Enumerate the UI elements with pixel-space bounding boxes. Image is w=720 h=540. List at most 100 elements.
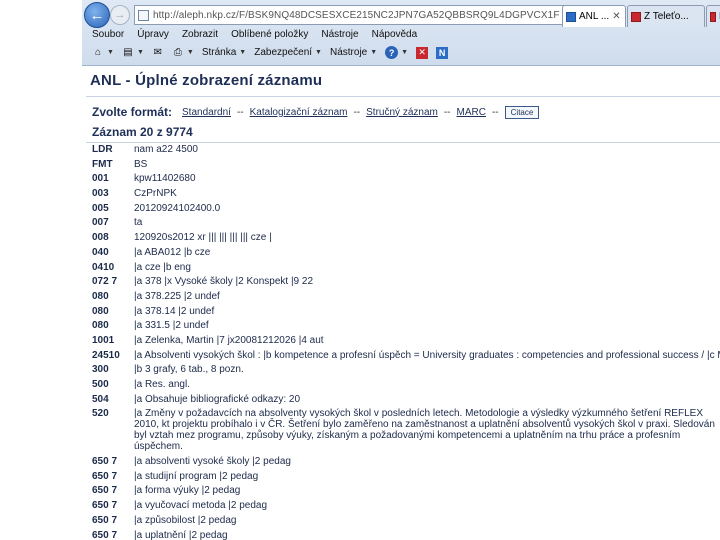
- tab-third[interactable]: N: [706, 5, 720, 27]
- field-tag: 520: [92, 408, 109, 420]
- citation-button[interactable]: Citace: [504, 105, 540, 119]
- field-tag: 080: [92, 320, 109, 332]
- field-tag: 0410: [92, 261, 115, 273]
- field-tag: 650 7: [92, 485, 118, 497]
- dropdown-icon[interactable]: ▼: [137, 49, 144, 56]
- marc-field-row: FMT BS: [92, 159, 720, 170]
- marc-field-row: 1001 |a Zelenka, Martin |7 jx20081212026 …: [92, 335, 720, 346]
- field-tag: 080: [92, 290, 109, 302]
- page-title: ANL - Úplné zobrazení záznamu: [90, 72, 323, 89]
- dropdown-icon[interactable]: ▼: [187, 49, 194, 56]
- format-link-catalog[interactable]: Katalogizační záznam: [250, 107, 348, 118]
- field-tag: 005: [92, 202, 109, 214]
- field-tag: LDR: [92, 144, 113, 155]
- field-value: kpw11402680: [134, 173, 196, 185]
- tab-label: ANL ...: [579, 11, 610, 22]
- field-tag: 040: [92, 246, 109, 258]
- field-value: |a způsobilost |2 pedag: [134, 514, 237, 526]
- close-tab-icon[interactable]: ✕: [612, 11, 620, 22]
- menu-tools[interactable]: Nástroje: [321, 29, 358, 40]
- field-value: |a vyučovací metoda |2 pedag: [134, 500, 268, 512]
- field-tag: 008: [92, 232, 109, 244]
- marc-field-row: 001 kpw11402680: [92, 173, 720, 184]
- menu-favorites[interactable]: Oblíbené položky: [231, 29, 308, 40]
- menu-edit[interactable]: Úpravy: [137, 29, 169, 40]
- field-value: BS: [134, 158, 148, 170]
- field-tag: 072 7: [92, 276, 118, 288]
- mail-icon[interactable]: ✉: [152, 47, 164, 59]
- marc-field-row: 007 ta: [92, 217, 720, 228]
- menu-help[interactable]: Nápověda: [372, 29, 418, 40]
- menu-bar: Soubor Úpravy Zobrazit Oblíbené položky …: [92, 29, 417, 40]
- marc-field-row: 24510 |a Absolventi vysokých škol : |b ko…: [92, 350, 720, 361]
- tab-label: Z Teleťo...: [644, 11, 689, 22]
- format-link-brief[interactable]: Stručný záznam: [366, 107, 438, 118]
- red-favicon-icon: [631, 11, 641, 22]
- format-label: Zvolte formát:: [92, 105, 173, 119]
- field-tag: 300: [92, 364, 109, 376]
- separator: --: [443, 106, 451, 118]
- field-value: |a 378 |x Vysoké školy |2 Konspekt |9 22: [134, 276, 314, 288]
- field-value: |a ABA012 |b cze: [134, 246, 211, 258]
- page-menu-button[interactable]: Stránka ▼: [202, 47, 246, 58]
- format-link-marc[interactable]: MARC: [457, 107, 486, 118]
- menu-view[interactable]: Zobrazit: [182, 29, 218, 40]
- format-selector: Zvolte formát: Standardní -- Katalogizač…: [92, 105, 540, 119]
- extension-red-icon[interactable]: ✕: [416, 46, 429, 59]
- field-tag: FMT: [92, 158, 113, 170]
- page-menu-label: Stránka: [201, 47, 237, 58]
- marc-field-row: 0410 |a cze |b eng: [92, 262, 720, 273]
- dropdown-icon[interactable]: ▼: [401, 49, 408, 56]
- field-tag: 504: [92, 393, 109, 405]
- tools-menu-button[interactable]: Nástroje ▼: [330, 47, 377, 58]
- marc-field-row: 650 7 |a studijní program |2 pedag: [92, 471, 720, 482]
- tools-menu-label: Nástroje: [329, 47, 368, 58]
- tab-second[interactable]: Z Teleťo...: [627, 5, 705, 27]
- feeds-icon[interactable]: ▤: [122, 47, 134, 59]
- marc-field-row: 300 |b 3 grafy, 6 tab., 8 pozn.: [92, 364, 720, 375]
- marc-field-row: 080 |a 378.225 |2 undef: [92, 291, 720, 302]
- marc-field-row: 650 7 |a forma výuky |2 pedag: [92, 485, 720, 496]
- marc-field-row: 003 CzPrNPK: [92, 188, 720, 199]
- field-value: |a Res. angl.: [134, 379, 190, 390]
- browser-chrome: ← → http://aleph.nkp.cz/F/BSK9NQ48DCSESX…: [82, 0, 720, 66]
- dropdown-icon: ▼: [239, 49, 247, 56]
- field-tag: 001: [92, 173, 109, 185]
- field-tag: 24510: [92, 349, 120, 361]
- field-value: 20120924102400.0: [134, 202, 221, 214]
- security-menu-button[interactable]: Zabezpečení ▼: [254, 47, 322, 58]
- home-icon[interactable]: ⌂: [92, 47, 104, 59]
- tab-anl[interactable]: ANL ... ✕: [562, 5, 626, 27]
- divider: [86, 96, 720, 97]
- marc-field-row: 650 7 |a uplatnění |2 pedag: [92, 530, 720, 540]
- field-value: |a uplatnění |2 pedag: [134, 529, 228, 540]
- field-value: |a 378.225 |2 undef: [134, 290, 220, 302]
- marc-field-row: LDR nam a22 4500: [92, 144, 720, 155]
- back-button[interactable]: ←: [84, 2, 110, 28]
- address-url[interactable]: http://aleph.nkp.cz/F/BSK9NQ48DCSESXCE21…: [153, 10, 565, 21]
- marc-field-row: 080 |a 378.14 |2 undef: [92, 306, 720, 317]
- dropdown-icon[interactable]: ▼: [107, 49, 114, 56]
- marc-field-row: 650 7 |a vyučovací metoda |2 pedag: [92, 500, 720, 511]
- field-tag: 650 7: [92, 529, 118, 540]
- address-bar[interactable]: http://aleph.nkp.cz/F/BSK9NQ48DCSESXCE21…: [134, 5, 616, 25]
- field-value: |a absolventi vysoké školy |2 pedag: [134, 456, 291, 468]
- print-icon[interactable]: ⎙: [172, 47, 184, 59]
- extension-blue-icon[interactable]: N: [436, 46, 449, 59]
- forward-button[interactable]: →: [110, 5, 130, 25]
- marc-field-row: 072 7 |a 378 |x Vysoké školy |2 Konspekt …: [92, 276, 720, 287]
- field-tag: 007: [92, 217, 109, 229]
- arrow-right-icon: →: [114, 9, 126, 21]
- field-value: 120920s2012 xr ||| ||| ||| ||| cze |: [134, 232, 272, 244]
- page-content: ANL - Úplné zobrazení záznamu Zvolte for…: [82, 66, 720, 540]
- menu-file[interactable]: Soubor: [92, 29, 124, 40]
- format-link-standard[interactable]: Standardní: [182, 107, 231, 118]
- field-tag: 003: [92, 188, 109, 200]
- marc-field-row: 080 |a 331.5 |2 undef: [92, 320, 720, 331]
- red-favicon-icon: [710, 11, 716, 22]
- field-value: |a Absolventi vysokých škol : |b kompete…: [134, 349, 720, 361]
- field-value: CzPrNPK: [134, 188, 177, 200]
- field-tag: 500: [92, 379, 109, 390]
- help-icon[interactable]: ?: [385, 46, 399, 59]
- command-bar: ⌂ ▼ ▤ ▼ ✉ ⎙ ▼ Stránka ▼ Zabezpečení ▼ Nástroj…: [92, 46, 449, 59]
